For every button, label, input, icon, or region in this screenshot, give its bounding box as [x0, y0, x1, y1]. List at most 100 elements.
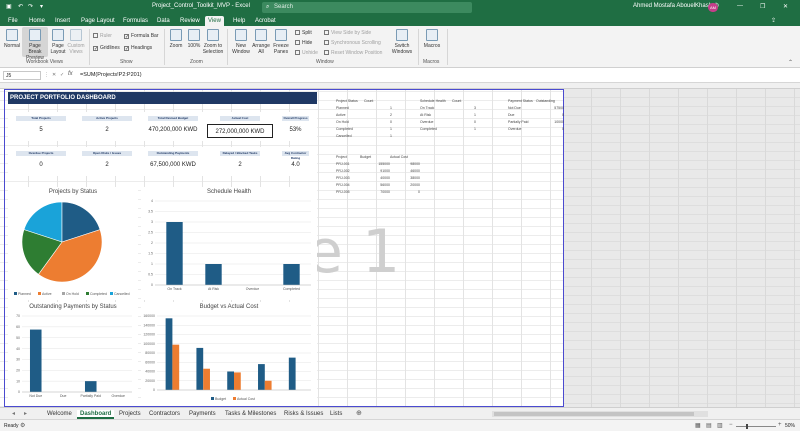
budget-table-cell[interactable]: PRJ-002: [336, 169, 360, 173]
budget-table-header[interactable]: Budget: [360, 155, 390, 159]
macros-icon[interactable]: [426, 29, 438, 41]
chart-budget-vs-actual[interactable]: Budget vs Actual Cost 0 20000 40000 60000 80…: [141, 302, 317, 406]
page-break-icon[interactable]: [29, 29, 41, 41]
accessibility-icon[interactable]: ⚙: [20, 422, 25, 429]
status-table-cell[interactable]: 1: [364, 134, 392, 138]
add-sheet-icon[interactable]: ⊕: [356, 409, 362, 417]
budget-table-cell[interactable]: 98000: [390, 162, 420, 166]
page-break-status-icon[interactable]: ▥: [717, 422, 723, 429]
status-table-cell[interactable]: On Hold: [336, 120, 364, 124]
budget-table-header[interactable]: Project: [336, 155, 360, 159]
budget-table-cell[interactable]: PRJ-001: [336, 162, 360, 166]
sheet-tab-dashboard[interactable]: Dashboard: [77, 410, 115, 419]
zoom-button[interactable]: Zoom: [166, 43, 186, 49]
user-name[interactable]: Ahmed Mostafa AbouelKhashab: [633, 3, 719, 9]
kpi-active-projects[interactable]: Active Projects 2: [74, 112, 140, 141]
customize-qat-icon[interactable]: ▾: [40, 3, 43, 10]
status-table-cell[interactable]: Completed: [336, 127, 364, 131]
zoom-icon[interactable]: [170, 29, 182, 41]
schedule-table-cell[interactable]: At Risk: [420, 113, 452, 117]
schedule-table-cell[interactable]: On Track: [420, 106, 452, 110]
zoom-to-selection-button[interactable]: Zoom to Selection: [202, 43, 224, 55]
schedule-table-cell[interactable]: 1: [452, 127, 476, 131]
switch-windows-icon[interactable]: [396, 29, 408, 41]
tab-view[interactable]: View: [205, 16, 224, 26]
chart-outstanding-payments[interactable]: Outstanding Payments by Status 0 10 20 30 40…: [8, 302, 138, 406]
cancel-icon[interactable]: ✕: [52, 72, 56, 78]
kpi-outstanding-payments[interactable]: Outstanding Payments 67,500,000 KWD: [140, 147, 206, 176]
restore-button[interactable]: ❐: [760, 3, 765, 10]
sheet-tab-tasks[interactable]: Tasks & Milestones: [222, 410, 279, 419]
macros-button[interactable]: Macros: [421, 43, 443, 49]
schedule-table-header[interactable]: Count: [452, 99, 476, 103]
budget-table-cell[interactable]: 56000: [360, 183, 390, 187]
worksheet-grid[interactable]: e 1 PROJECT PORTFOLIO DASHBOARD Total Pr…: [0, 83, 800, 407]
sheet-tab-payments[interactable]: Payments: [186, 410, 219, 419]
status-table-cell[interactable]: 1: [364, 106, 392, 110]
freeze-panes-button[interactable]: Freeze Panes: [271, 43, 291, 55]
payments-table-cell[interactable]: Not Due: [508, 106, 536, 110]
payments-table-cell[interactable]: Due: [508, 113, 536, 117]
zoom-100-button[interactable]: 100%: [184, 43, 204, 49]
arrange-all-icon[interactable]: [255, 29, 267, 41]
zoom-slider-thumb[interactable]: [746, 424, 748, 429]
tab-review[interactable]: Review: [177, 16, 203, 26]
hide-button[interactable]: Hide: [295, 40, 312, 46]
status-table-cell[interactable]: Active: [336, 113, 364, 117]
kpi-total-revised-budget[interactable]: Total Revised Budget 470,200,000 KWD: [140, 112, 206, 141]
headings-checkbox[interactable]: ✓ Headings: [124, 45, 152, 52]
payments-table-cell[interactable]: 0: [536, 113, 564, 117]
sheet-tab-risks[interactable]: Risks & Issues: [281, 410, 326, 419]
close-button[interactable]: ✕: [783, 3, 788, 10]
status-table-cell[interactable]: 0: [364, 120, 392, 124]
name-box[interactable]: J5: [3, 71, 41, 80]
budget-table-cell[interactable]: 91000: [360, 169, 390, 173]
new-window-button[interactable]: New Window: [230, 43, 252, 55]
budget-table-cell[interactable]: 38000: [390, 176, 420, 180]
tab-formulas[interactable]: Formulas: [120, 16, 151, 26]
kpi-overdue-projects[interactable]: Overdue Projects 0: [8, 147, 74, 176]
schedule-table-cell[interactable]: 3: [452, 106, 476, 110]
kpi-actual-cost[interactable]: Actual Cost 272,000,000 KWD: [207, 112, 273, 141]
budget-table-header[interactable]: Actual Cost: [390, 155, 420, 159]
freeze-panes-icon[interactable]: [275, 29, 287, 41]
page-layout-button[interactable]: Page Layout: [48, 43, 68, 55]
status-table-header[interactable]: Project Status: [336, 99, 364, 103]
status-table-cell[interactable]: Planned: [336, 106, 364, 110]
status-table-cell[interactable]: 2: [364, 113, 392, 117]
next-sheet-icon[interactable]: ▸: [24, 410, 27, 417]
insert-function-button[interactable]: fx: [68, 71, 73, 77]
minimize-button[interactable]: —: [737, 3, 743, 9]
collapse-ribbon-icon[interactable]: ⌃: [788, 59, 793, 66]
budget-table-cell[interactable]: 0: [390, 190, 420, 194]
tab-home[interactable]: Home: [26, 16, 48, 26]
tab-file[interactable]: File: [5, 16, 21, 26]
zoom-in-icon[interactable]: +: [778, 422, 782, 428]
schedule-table-cell[interactable]: Overdue: [420, 120, 452, 124]
formula-bar-checkbox[interactable]: ✓ Formula Bar: [124, 33, 159, 40]
schedule-table-cell[interactable]: 0: [452, 120, 476, 124]
payments-table-cell[interactable]: Partially Paid: [508, 120, 536, 124]
tab-data[interactable]: Data: [154, 16, 173, 26]
status-table-cell[interactable]: 1: [364, 127, 392, 131]
budget-table-cell[interactable]: 70000: [360, 190, 390, 194]
budget-table-cell[interactable]: PRJ-003: [336, 176, 360, 180]
payments-table-cell[interactable]: Overdue: [508, 127, 536, 131]
kpi-contractor-rating[interactable]: Avg Contractor Rating 4.0: [274, 147, 317, 176]
page-layout-status-icon[interactable]: ▤: [706, 422, 712, 429]
autosave-icon[interactable]: ▣: [6, 3, 12, 10]
zoom-slider[interactable]: [736, 424, 776, 429]
tab-page-layout[interactable]: Page Layout: [78, 16, 118, 26]
schedule-table-header[interactable]: Schedule Health: [420, 99, 452, 103]
schedule-table-cell[interactable]: 1: [452, 113, 476, 117]
ruler-checkbox[interactable]: Ruler: [93, 33, 112, 39]
kpi-open-risks[interactable]: Open Risks / Issues 2: [74, 147, 140, 176]
zoom-selection-icon[interactable]: [207, 29, 219, 41]
payments-table-cell[interactable]: 0: [536, 127, 564, 131]
tab-help[interactable]: Help: [230, 16, 248, 26]
chart-projects-by-status[interactable]: Projects by Status Planned Active On Hold C…: [8, 187, 138, 300]
prev-sheet-icon[interactable]: ◂: [12, 410, 15, 417]
tab-insert[interactable]: Insert: [52, 16, 73, 26]
undo-icon[interactable]: ↶: [18, 3, 23, 10]
gridlines-checkbox[interactable]: ✓ Gridlines: [93, 45, 120, 52]
